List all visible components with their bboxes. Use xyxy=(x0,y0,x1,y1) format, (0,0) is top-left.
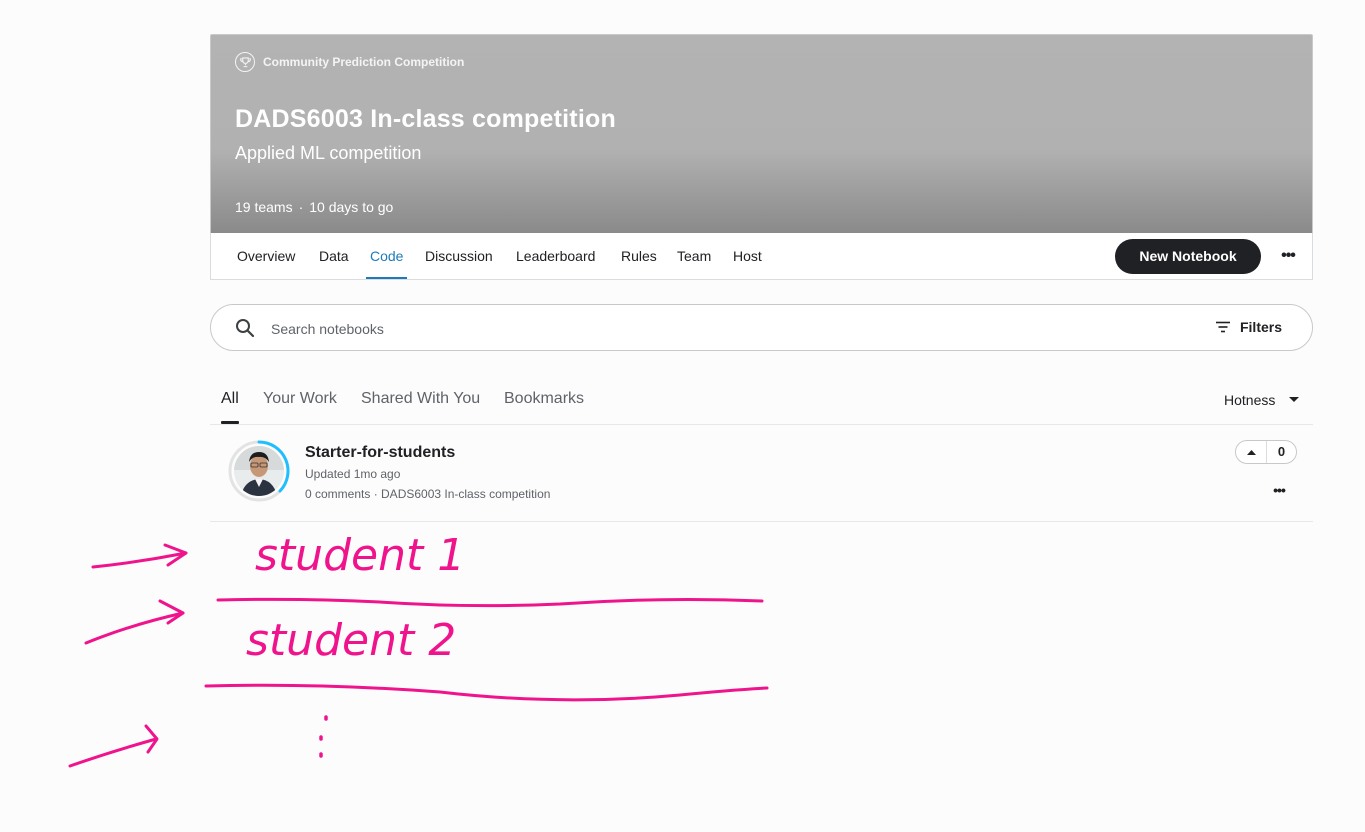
caret-up-icon xyxy=(1246,450,1256,455)
list-divider-top xyxy=(210,424,1313,425)
continuation-dots xyxy=(319,715,328,758)
filters-button[interactable]: Filters xyxy=(1215,319,1282,335)
tab-data[interactable]: Data xyxy=(319,233,349,279)
tab-code[interactable]: Code xyxy=(365,233,409,279)
competition-tabs: Overview Data Code Discussion Leaderboar… xyxy=(210,233,1313,280)
tab-team[interactable]: Team xyxy=(677,233,711,279)
competition-meta: 19 teams · 10 days to go xyxy=(235,199,393,215)
caret-down-icon xyxy=(1289,397,1300,402)
meta-separator: · xyxy=(298,199,304,215)
teams-count: 19 teams xyxy=(235,199,293,215)
arrow-row-1 xyxy=(91,543,188,569)
new-notebook-button[interactable]: New Notebook xyxy=(1115,239,1261,274)
arrow-row-3 xyxy=(68,724,159,768)
upvote-button[interactable] xyxy=(1236,441,1267,463)
search-icon xyxy=(235,318,255,343)
list-divider-bottom xyxy=(210,521,1313,522)
subtab-bookmarks[interactable]: Bookmarks xyxy=(504,390,584,408)
subtab-shared-with-you[interactable]: Shared With You xyxy=(361,390,480,408)
tab-discussion[interactable]: Discussion xyxy=(425,233,493,279)
vote-count: 0 xyxy=(1277,444,1286,459)
search-input[interactable] xyxy=(269,318,1173,340)
competition-title: DADS6003 In-class competition xyxy=(235,105,616,133)
more-options-icon[interactable]: ••• xyxy=(1277,241,1299,271)
subtab-all[interactable]: All xyxy=(221,390,239,408)
competition-type: Community Prediction Competition xyxy=(235,52,464,72)
competition-subtitle: Applied ML competition xyxy=(235,143,422,163)
notebook-more-icon[interactable]: ••• xyxy=(1268,480,1290,500)
notebook-meta: 0 comments · DADS6003 In-class competiti… xyxy=(305,487,551,501)
trophy-icon xyxy=(235,52,255,72)
sort-dropdown[interactable]: Hotness xyxy=(1224,392,1300,408)
underline-row-2 xyxy=(204,683,769,702)
competition-header: Community Prediction Competition DADS600… xyxy=(210,34,1313,233)
competition-type-label: Community Prediction Competition xyxy=(263,55,465,69)
tab-rules[interactable]: Rules xyxy=(621,233,657,279)
filter-icon xyxy=(1215,321,1230,333)
arrow-row-2 xyxy=(84,599,185,645)
notebook-updated: Updated 1mo ago xyxy=(305,467,401,481)
time-remaining: 10 days to go xyxy=(309,199,394,215)
filters-label: Filters xyxy=(1239,319,1282,335)
notebook-title[interactable]: Starter-for-students xyxy=(305,444,455,462)
annotation-student-2: student 2 xyxy=(246,615,456,666)
annotation-student-1: student 1 xyxy=(255,530,465,581)
upvote-control: 0 xyxy=(1235,440,1297,464)
tab-leaderboard[interactable]: Leaderboard xyxy=(516,233,595,279)
notebook-search-bar: Filters xyxy=(210,304,1313,351)
tab-overview[interactable]: Overview xyxy=(237,233,295,279)
tab-host[interactable]: Host xyxy=(733,233,762,279)
underline-row-1 xyxy=(216,597,764,608)
subtab-your-work[interactable]: Your Work xyxy=(263,390,337,408)
avatar[interactable] xyxy=(228,440,290,502)
sort-label: Hotness xyxy=(1224,392,1276,408)
